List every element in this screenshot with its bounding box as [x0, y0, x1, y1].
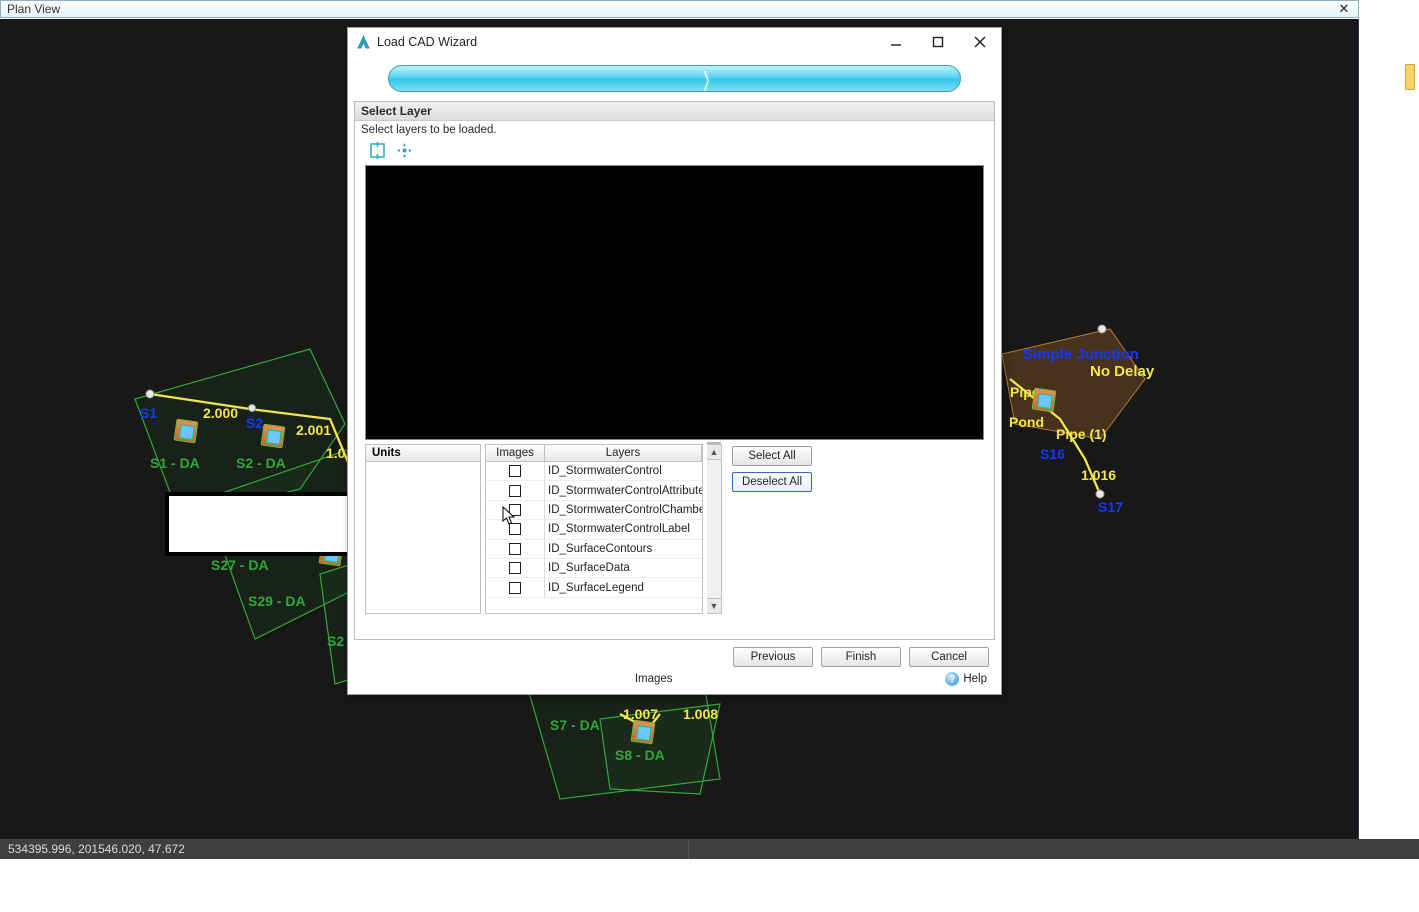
- layer-row[interactable]: ID_SurfaceData: [486, 559, 702, 578]
- grid-scrollbar[interactable]: ▲ ▼: [707, 444, 722, 614]
- layer-name-cell[interactable]: ID_StormwaterControlLabel: [545, 520, 702, 539]
- minimize-icon: [890, 36, 902, 48]
- statusbar-divider: [688, 839, 689, 859]
- maximize-icon: [932, 36, 944, 48]
- layer-row-checkbox-cell[interactable]: [486, 501, 545, 520]
- layer-row[interactable]: ID_StormwaterControlChambers: [486, 501, 702, 520]
- edge-label-1008: 1.008: [683, 706, 718, 722]
- layer-checkbox[interactable]: [509, 543, 521, 555]
- minimize-button[interactable]: [875, 28, 917, 56]
- planview-close-button[interactable]: ✕: [1336, 2, 1352, 16]
- stormwater-node-icon: [631, 720, 656, 745]
- layer-row-checkbox-cell[interactable]: [486, 540, 545, 559]
- help-label: Help: [963, 673, 987, 685]
- scroll-thumb[interactable]: [707, 442, 721, 444]
- scroll-down-button[interactable]: ▼: [707, 598, 721, 613]
- planview-titlebar: Plan View ✕: [0, 0, 1359, 18]
- area-label-s2x: S2: [327, 633, 344, 649]
- edge-label-1016: 1.016: [1081, 467, 1116, 483]
- stormwater-node-icon: [174, 419, 199, 444]
- layer-checkbox[interactable]: [509, 582, 521, 594]
- app-icon: [356, 35, 371, 50]
- deselect-all-button[interactable]: Deselect All: [732, 472, 812, 492]
- node-label-nodelay: No Delay: [1090, 363, 1154, 380]
- help-icon: ?: [945, 672, 959, 686]
- finish-button[interactable]: Finish: [821, 647, 901, 667]
- node-label-simple-junction: Simple Junction: [1023, 346, 1139, 363]
- edge-label-2001: 2.001: [296, 422, 331, 438]
- layer-name-cell[interactable]: ID_StormwaterControlAttributes: [545, 481, 702, 500]
- load-cad-wizard-dialog: Load CAD Wizard 〉 Select Layer: [347, 27, 1002, 695]
- scroll-up-button[interactable]: ▲: [707, 445, 721, 460]
- select-all-button[interactable]: Select All: [732, 446, 812, 466]
- statusbar-coordinates: 534395.996, 201546.020, 47.672: [8, 842, 185, 856]
- column-header-layers[interactable]: Layers: [545, 445, 702, 462]
- layer-row-checkbox-cell[interactable]: [486, 578, 545, 597]
- right-panel-strip: [1359, 19, 1419, 839]
- layer-name-cell[interactable]: ID_StormwaterControl: [545, 462, 702, 481]
- layer-grid: Images Layers ID_StormwaterControlID_Sto…: [485, 444, 703, 614]
- layer-row-checkbox-cell[interactable]: [486, 462, 545, 481]
- wizard-progress-bar: 〉: [388, 65, 961, 92]
- layer-checkbox[interactable]: [509, 504, 521, 516]
- pan-icon[interactable]: [396, 142, 413, 159]
- units-header: Units: [366, 445, 480, 462]
- cancel-button[interactable]: Cancel: [909, 647, 989, 667]
- layer-checkbox[interactable]: [509, 465, 521, 477]
- area-label-s7da: S7 - DA: [550, 717, 600, 733]
- edge-label-pipe1: Pipe (1): [1056, 426, 1107, 442]
- edge-label-2000: 2.000: [203, 405, 238, 421]
- layer-name-cell[interactable]: ID_StormwaterControlChambers: [545, 501, 702, 520]
- area-label-s8da: S8 - DA: [615, 747, 665, 763]
- layer-row-checkbox-cell[interactable]: [486, 481, 545, 500]
- area-label-s27da: S27 - DA: [211, 557, 269, 573]
- layer-name-cell[interactable]: ID_SurfaceContours: [545, 540, 702, 559]
- layer-row-checkbox-cell[interactable]: [486, 559, 545, 578]
- close-icon: [974, 36, 986, 48]
- help-link[interactable]: ? Help: [945, 672, 987, 686]
- panel-tab-handle[interactable]: [1405, 64, 1415, 90]
- previous-button[interactable]: Previous: [733, 647, 813, 667]
- layer-name-cell[interactable]: ID_SurfaceLegend: [545, 578, 702, 597]
- layer-checkbox[interactable]: [509, 523, 521, 535]
- dialog-status-text: Images: [635, 673, 673, 685]
- layer-row-checkbox-cell[interactable]: [486, 520, 545, 539]
- window-bottom-whitespace: [0, 859, 1419, 912]
- dialog-title: Load CAD Wizard: [377, 35, 477, 49]
- statusbar: 534395.996, 201546.020, 47.672: [0, 839, 1419, 859]
- layer-checkbox[interactable]: [509, 485, 521, 497]
- node-label-pond: Pond: [1009, 414, 1044, 430]
- edge-label-10: 1.0: [326, 445, 345, 461]
- node-label-s17: S17: [1098, 499, 1123, 515]
- area-label-s2da: S2 - DA: [236, 455, 286, 471]
- zoom-extents-icon[interactable]: [369, 142, 386, 159]
- maximize-button[interactable]: [917, 28, 959, 56]
- layer-preview-canvas[interactable]: [365, 165, 984, 440]
- layer-row[interactable]: ID_StormwaterControl: [486, 462, 702, 481]
- dialog-titlebar[interactable]: Load CAD Wizard: [348, 28, 1001, 56]
- layer-checkbox[interactable]: [509, 562, 521, 574]
- layer-row[interactable]: ID_SurfaceContours: [486, 540, 702, 559]
- layer-row[interactable]: ID_StormwaterControlLabel: [486, 520, 702, 539]
- layer-row[interactable]: ID_SurfaceLegend: [486, 578, 702, 597]
- node-label-s2: S2: [246, 415, 263, 431]
- chevron-right-icon: 〉: [703, 65, 716, 92]
- area-label-s29da: S29 - DA: [248, 593, 306, 609]
- node-label-s1: S1: [140, 405, 157, 421]
- section-subtext: Select layers to be loaded.: [355, 121, 994, 136]
- layer-row[interactable]: ID_StormwaterControlAttributes: [486, 481, 702, 500]
- column-header-images[interactable]: Images: [486, 445, 545, 462]
- planview-title: Plan View: [7, 2, 60, 16]
- stormwater-node-icon: [261, 424, 286, 449]
- stormwater-node-icon: [1032, 388, 1057, 413]
- layer-name-cell[interactable]: ID_SurfaceData: [545, 559, 702, 578]
- area-label-s1da: S1 - DA: [150, 455, 200, 471]
- section-header: Select Layer: [355, 102, 994, 121]
- node-label-s16: S16: [1040, 446, 1065, 462]
- close-button[interactable]: [959, 28, 1001, 56]
